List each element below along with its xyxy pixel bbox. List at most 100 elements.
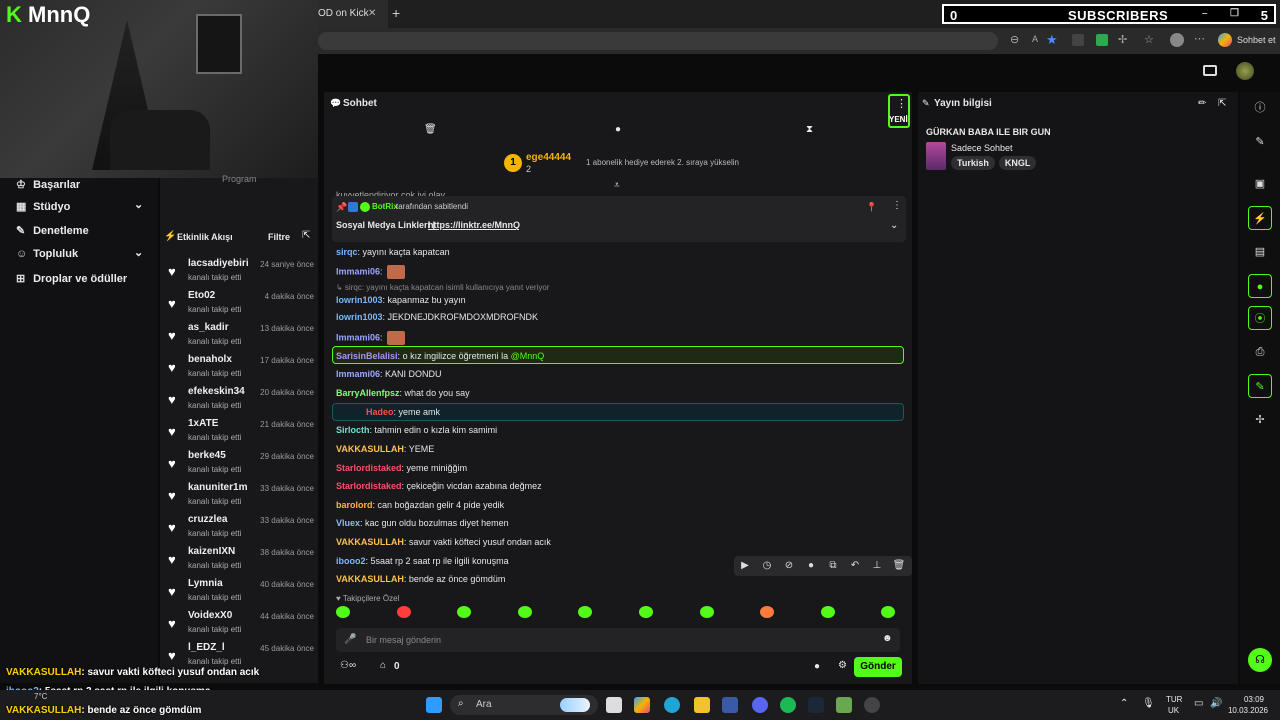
pinned-link[interactable]: https://linktr.ee/MnnQ	[428, 220, 520, 230]
mic-icon[interactable]: 🎙	[1142, 698, 1155, 709]
chat-mention[interactable]: @MnnQ	[511, 351, 545, 361]
feed-item[interactable]: ♥ efekeskin34 kanalı takip etti 20 dakika ö…	[168, 386, 318, 416]
language-bottom[interactable]: UK	[1168, 706, 1179, 715]
steam-icon[interactable]	[808, 697, 824, 713]
chat-message[interactable]: ↳ sirqc: yayını kaçta kapatcan isimli ku…	[336, 283, 549, 292]
emote-icon[interactable]	[820, 606, 835, 618]
popout-icon[interactable]: ⇱	[302, 230, 310, 241]
tag[interactable]: KNGL	[998, 156, 1037, 170]
feed-item[interactable]: ♥ lacsadiyebiri kanalı takip etti 24 saniye…	[168, 258, 318, 288]
chat-message-user[interactable]: VAKKASULLAH	[336, 444, 404, 454]
feed-item[interactable]: ♥ VoidexX0 kanalı takip etti 44 dakika önce	[168, 610, 318, 640]
clock-date[interactable]: 10.03.2026	[1220, 706, 1268, 715]
clock-time[interactable]: 03:09	[1224, 695, 1264, 704]
feed-item[interactable]: ♥ cruzzlea kanalı takip etti 33 dakika önce	[168, 514, 318, 544]
nav-community[interactable]: ☺ Topluluk ⌄	[16, 247, 143, 260]
chat-message-user[interactable]: Starlordistaked	[336, 463, 402, 473]
chat-message[interactable]: VAKKASULLAH: savur vakti köfteci yusuf o…	[336, 537, 551, 547]
network-icon[interactable]: ▭	[1194, 698, 1203, 709]
copy-icon[interactable]: ⧉	[822, 556, 844, 576]
pin-icon[interactable]: ⊥	[866, 556, 888, 576]
chat-message[interactable]: Starlordistaked: yeme miniğğim	[336, 463, 467, 473]
emoji-icon[interactable]: ☻	[882, 633, 893, 644]
scroll-down-icon[interactable]: ⩡	[614, 180, 620, 191]
printer-icon[interactable]: ⎙	[1248, 340, 1272, 364]
info-icon[interactable]: ⓘ	[1248, 96, 1272, 120]
chevron-down-icon[interactable]: ⌄	[890, 220, 898, 231]
more-icon[interactable]: ⋯	[1194, 32, 1205, 45]
chat-message-user[interactable]: VAKKASULLAH	[336, 574, 404, 584]
read-aloud-icon[interactable]: A	[1032, 34, 1038, 44]
chat-message-user[interactable]: Immami06	[336, 332, 380, 342]
chat-message[interactable]: lowrin1003: JEKDNEJDKROFMDOXMDROFNDK	[336, 312, 538, 322]
broadcast-icon[interactable]: ⦿	[1248, 306, 1272, 330]
chevron-up-icon[interactable]: ⌃	[1120, 698, 1128, 709]
community-icon[interactable]: ⚇∞	[340, 660, 356, 671]
feed-item[interactable]: ♥ berke45 kanalı takip etti 29 dakika önce	[168, 450, 318, 480]
extension-icon-green[interactable]	[1096, 34, 1108, 46]
collections-icon[interactable]: ☆	[1144, 33, 1154, 46]
profile-avatar[interactable]	[1170, 33, 1184, 47]
taskbar-search[interactable]: ⌕ Ara	[450, 695, 598, 715]
gear-icon[interactable]: ⚙	[838, 660, 847, 671]
store-icon[interactable]: ⌂	[380, 660, 386, 671]
emote-icon[interactable]	[638, 606, 653, 618]
help-headset-icon[interactable]: ☊	[1248, 648, 1272, 672]
chat-message-user[interactable]: lowrin1003	[336, 295, 383, 305]
undo-icon[interactable]: ↶	[844, 556, 866, 576]
chat-message-user[interactable]: Hadeo	[366, 407, 394, 417]
tab-close-icon[interactable]: ✕	[368, 8, 376, 19]
chat-message[interactable]: Immami06:	[336, 331, 406, 345]
send-button[interactable]: Gönder	[854, 657, 902, 677]
browser-tab[interactable]: OD on Kick ✕	[318, 0, 388, 28]
chat-message-user[interactable]: VAKKASULLAH	[336, 537, 404, 547]
copilot-icon[interactable]	[1218, 33, 1232, 47]
obs-icon[interactable]	[864, 697, 880, 713]
feed-item[interactable]: ♥ kanuniter1m kanalı takip etti 33 dakika ö…	[168, 482, 318, 512]
clipboard-icon[interactable]: ▤	[1248, 240, 1272, 264]
stream-category[interactable]: Sadece Sohbet	[951, 143, 1013, 153]
chat-message[interactable]: Starlordistaked: çekiceğin vicdan azabın…	[336, 481, 542, 491]
nav-achievements[interactable]: ♔ Başarılar	[16, 178, 80, 191]
chat-message[interactable]: VAKKASULLAH: YEME	[336, 444, 434, 454]
emote-icon[interactable]	[760, 606, 775, 618]
unpin-icon[interactable]: 📍	[866, 202, 877, 213]
chat-settings-bubble-icon[interactable]: ●	[814, 661, 820, 672]
language-top[interactable]: TUR	[1166, 695, 1182, 704]
extension-icon[interactable]	[1072, 34, 1084, 46]
edit-icon[interactable]: ✏	[1198, 98, 1206, 109]
chat-message-user[interactable]: sirqc	[336, 247, 358, 257]
ban-icon[interactable]: ⊘	[778, 556, 800, 576]
chat-message-user[interactable]: Starlordistaked	[336, 481, 402, 491]
chat-message-user[interactable]: SarisinBelalisi	[336, 351, 398, 361]
feed-item[interactable]: ♥ Eto02 kanalı takip etti 4 dakika önce	[168, 290, 318, 320]
chat-message[interactable]: sirqc: yayını kaçta kapatcan	[336, 247, 450, 257]
discord-icon[interactable]	[752, 697, 768, 713]
emote-icon[interactable]	[881, 606, 896, 618]
chat-bubble-icon[interactable]: ●	[1248, 274, 1272, 298]
game-icon[interactable]	[836, 697, 852, 713]
chat-message[interactable]: Immami06: KANI DONDU	[336, 369, 442, 379]
extension-icon-puzzle[interactable]: ✢	[1118, 33, 1127, 46]
chat-button-label[interactable]: Sohbet et	[1237, 35, 1276, 45]
url-input[interactable]	[318, 32, 998, 50]
chat-message[interactable]: barolord: can boğazdan gelir 4 pide yedi…	[336, 500, 504, 510]
windows-start-icon[interactable]	[426, 697, 442, 713]
chat-message[interactable]: Vluex: kac gun oldu bozulmas diyet hemen	[336, 518, 509, 528]
file-explorer-icon[interactable]	[694, 697, 710, 713]
chat-message[interactable]: Sirlocth: tahmin edin o kızla kim samimi	[336, 425, 497, 435]
puzzle-icon[interactable]: ✢	[1248, 408, 1272, 432]
chat-message[interactable]: SarisinBelalisi: o kız ingilizce öğretme…	[336, 351, 544, 361]
copilot-icon[interactable]	[634, 697, 650, 713]
chat-message-user[interactable]: BarryAllenfpsz	[336, 388, 400, 398]
reply-icon[interactable]: ●	[800, 556, 822, 576]
spotify-icon[interactable]	[780, 697, 796, 713]
chat-message-user[interactable]: lowrin1003	[336, 312, 383, 322]
new-tab-icon[interactable]: +	[392, 5, 400, 21]
feed-item[interactable]: ♥ kaizenIXN kanalı takip etti 38 dakika önc…	[168, 546, 318, 576]
window-minimize-icon[interactable]: –	[1202, 8, 1208, 19]
pinned-message[interactable]: 📌 BotRix tarafından sabitlendi Sosyal Me…	[332, 196, 906, 242]
pinned-menu-icon[interactable]: ⋮	[892, 200, 902, 211]
nav-moderation[interactable]: ✎ Denetleme	[16, 224, 89, 237]
camera-icon[interactable]: ▣	[1248, 172, 1272, 196]
